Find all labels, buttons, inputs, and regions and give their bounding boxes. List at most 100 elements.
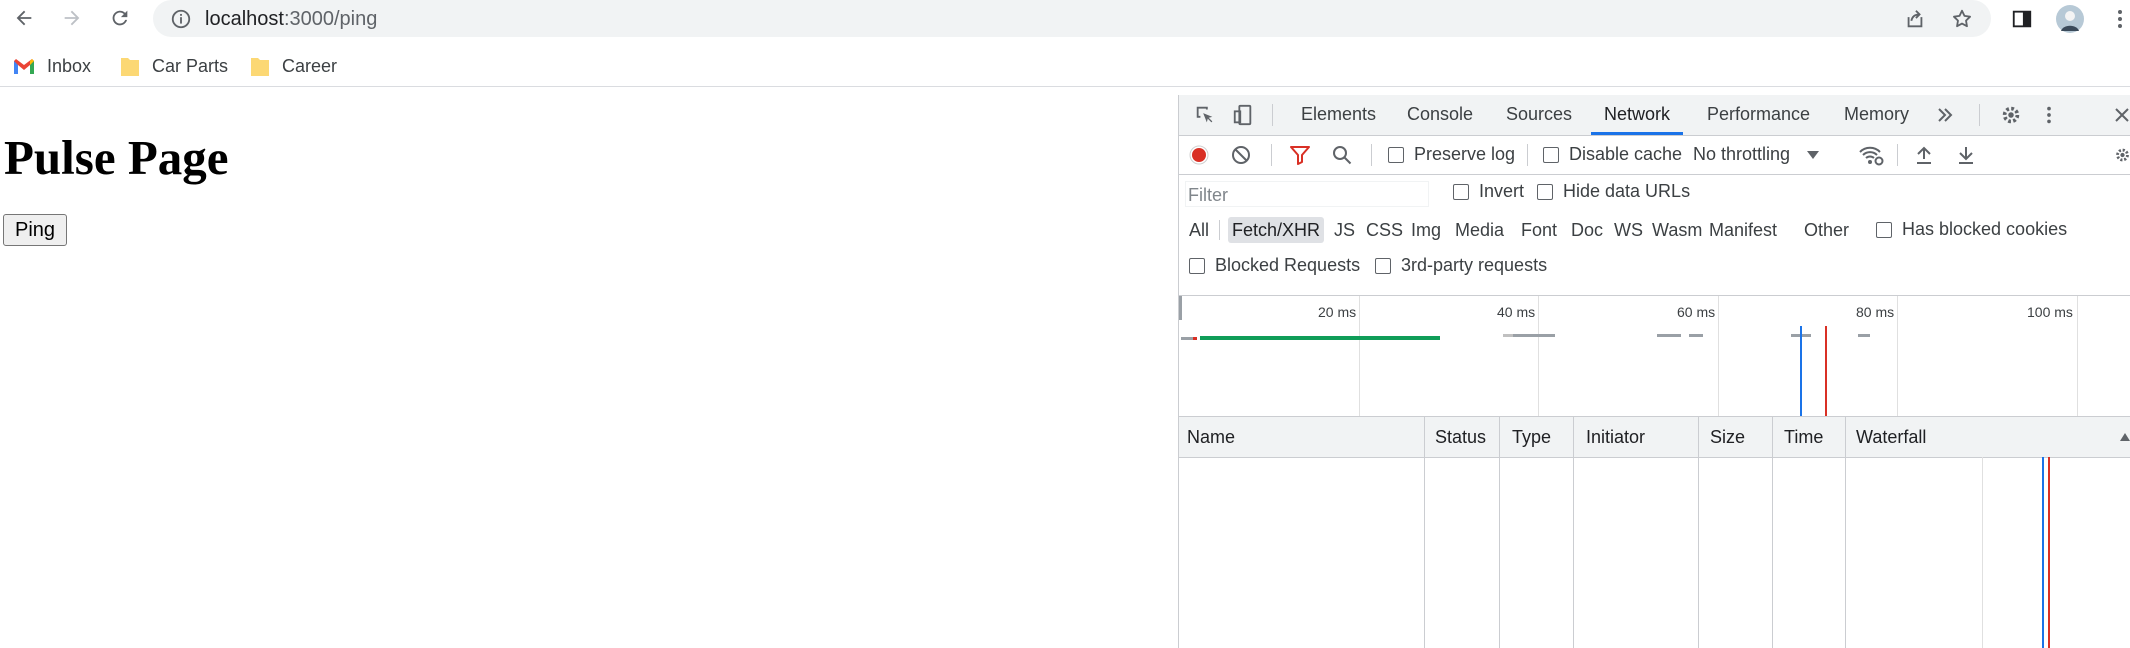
- column-divider[interactable]: [1573, 417, 1574, 648]
- hide-data-urls-checkbox[interactable]: Hide data URLs: [1537, 181, 1690, 202]
- tab-console[interactable]: Console: [1407, 104, 1473, 125]
- sort-arrow-icon[interactable]: [2119, 431, 2130, 443]
- share-icon[interactable]: [1900, 4, 1930, 34]
- column-divider[interactable]: [1499, 417, 1500, 648]
- checkbox-box[interactable]: [1453, 183, 1469, 200]
- checkbox-box[interactable]: [1876, 221, 1892, 238]
- column-size[interactable]: Size: [1710, 427, 1745, 448]
- column-divider[interactable]: [1698, 417, 1699, 648]
- checkbox-box[interactable]: [1543, 146, 1559, 163]
- third-party-label: 3rd-party requests: [1401, 255, 1548, 275]
- tab-performance[interactable]: Performance: [1707, 104, 1810, 125]
- overview-handle[interactable]: [1179, 296, 1182, 320]
- checkbox-box[interactable]: [1375, 257, 1391, 274]
- import-har-icon[interactable]: [1914, 145, 1934, 165]
- side-panel-icon[interactable]: [2007, 4, 2037, 34]
- menu-kebab-icon[interactable]: [2105, 4, 2130, 34]
- url-text[interactable]: localhost:3000/ping: [205, 8, 377, 31]
- settings-gear-icon[interactable]: [1999, 103, 2023, 127]
- hide-data-urls-label: Hide data URLs: [1563, 181, 1691, 201]
- column-divider[interactable]: [1424, 417, 1425, 648]
- filter-input[interactable]: Filter: [1185, 181, 1429, 207]
- tab-network[interactable]: Network: [1604, 104, 1670, 125]
- invert-label: Invert: [1479, 181, 1525, 201]
- tab-memory[interactable]: Memory: [1844, 104, 1909, 125]
- record-icon[interactable]: [1189, 145, 1209, 165]
- column-divider[interactable]: [1845, 417, 1846, 648]
- type-doc[interactable]: Doc: [1567, 217, 1607, 243]
- request-bar: [1858, 334, 1870, 337]
- request-bar: [1193, 337, 1197, 340]
- gmail-icon: [14, 58, 34, 74]
- tick-label: 100 ms: [2027, 304, 2073, 320]
- tick-label: 40 ms: [1497, 304, 1536, 320]
- network-settings-icon[interactable]: [2114, 144, 2130, 166]
- column-type[interactable]: Type: [1512, 427, 1551, 448]
- has-blocked-cookies-checkbox[interactable]: Has blocked cookies: [1876, 219, 2067, 240]
- address-bar[interactable]: [153, 0, 1991, 37]
- browser-toolbar: localhost:3000/ping: [0, 0, 2130, 37]
- type-css[interactable]: CSS: [1362, 217, 1407, 243]
- page-title: Pulse Page: [4, 130, 229, 185]
- forward-icon[interactable]: [58, 4, 86, 32]
- checkbox-box[interactable]: [1388, 146, 1404, 163]
- close-devtools-icon[interactable]: [2113, 105, 2130, 125]
- tick-label: 20 ms: [1318, 304, 1357, 320]
- back-icon[interactable]: [10, 4, 38, 32]
- throttling-select[interactable]: No throttling: [1693, 144, 1820, 165]
- waterfall-dom-marker: [2042, 457, 2044, 648]
- invert-checkbox[interactable]: Invert: [1453, 181, 1524, 202]
- bookmark-career[interactable]: Career: [250, 54, 337, 78]
- type-font[interactable]: Font: [1517, 217, 1561, 243]
- search-icon[interactable]: [1331, 145, 1353, 165]
- column-time[interactable]: Time: [1784, 427, 1823, 448]
- bookmark-car-parts[interactable]: Car Parts: [120, 54, 228, 78]
- type-all[interactable]: All: [1185, 217, 1213, 243]
- avatar[interactable]: [2055, 4, 2085, 34]
- divider: [1979, 104, 1980, 126]
- checkbox-box[interactable]: [1537, 183, 1553, 200]
- type-wasm[interactable]: Wasm: [1648, 217, 1706, 243]
- tab-sources[interactable]: Sources: [1506, 104, 1572, 125]
- network-toolbar: Preserve log Disable cache No throttling: [1179, 136, 2130, 175]
- type-img[interactable]: Img: [1407, 217, 1445, 243]
- export-har-icon[interactable]: [1956, 145, 1976, 165]
- type-media[interactable]: Media: [1451, 217, 1508, 243]
- disable-cache-label: Disable cache: [1569, 144, 1683, 164]
- ping-button[interactable]: Ping: [3, 214, 67, 246]
- site-info-icon[interactable]: [170, 8, 192, 35]
- grid-line: [1359, 296, 1360, 416]
- inspect-element-icon[interactable]: [1193, 103, 1217, 127]
- type-js[interactable]: JS: [1330, 217, 1359, 243]
- bookmark-inbox[interactable]: Inbox: [13, 54, 91, 78]
- third-party-checkbox[interactable]: 3rd-party requests: [1375, 255, 1547, 276]
- devtools-menu-icon[interactable]: [2041, 103, 2057, 127]
- type-other[interactable]: Other: [1800, 217, 1853, 243]
- filter-icon[interactable]: [1289, 145, 1311, 165]
- bookmark-label: Inbox: [47, 55, 92, 76]
- tab-elements[interactable]: Elements: [1301, 104, 1376, 125]
- network-conditions-icon[interactable]: [1857, 143, 1885, 167]
- request-bar: [1503, 334, 1513, 337]
- device-toolbar-icon[interactable]: [1231, 103, 1255, 127]
- divider: [1271, 144, 1272, 166]
- bookmark-star-icon[interactable]: [1947, 4, 1977, 34]
- type-fetch-xhr[interactable]: Fetch/XHR: [1228, 217, 1325, 243]
- column-divider[interactable]: [1772, 417, 1773, 648]
- type-ws[interactable]: WS: [1610, 217, 1647, 243]
- disable-cache-checkbox[interactable]: Disable cache: [1543, 144, 1682, 165]
- column-initiator[interactable]: Initiator: [1586, 427, 1645, 448]
- divider: [1897, 144, 1898, 166]
- preserve-log-checkbox[interactable]: Preserve log: [1388, 144, 1515, 165]
- type-manifest[interactable]: Manifest: [1705, 217, 1781, 243]
- reload-icon[interactable]: [106, 4, 134, 32]
- clear-icon[interactable]: [1231, 145, 1251, 165]
- column-name[interactable]: Name: [1187, 427, 1235, 448]
- more-tabs-icon[interactable]: [1933, 103, 1957, 127]
- checkbox-box[interactable]: [1189, 257, 1205, 274]
- column-waterfall[interactable]: Waterfall: [1856, 427, 1926, 448]
- page-content: Pulse Page Ping: [0, 95, 1177, 648]
- column-status[interactable]: Status: [1435, 427, 1486, 448]
- blocked-requests-checkbox[interactable]: Blocked Requests: [1189, 255, 1360, 276]
- timeline-overview[interactable]: 20 ms 40 ms 60 ms 80 ms 100 ms: [1179, 296, 2130, 417]
